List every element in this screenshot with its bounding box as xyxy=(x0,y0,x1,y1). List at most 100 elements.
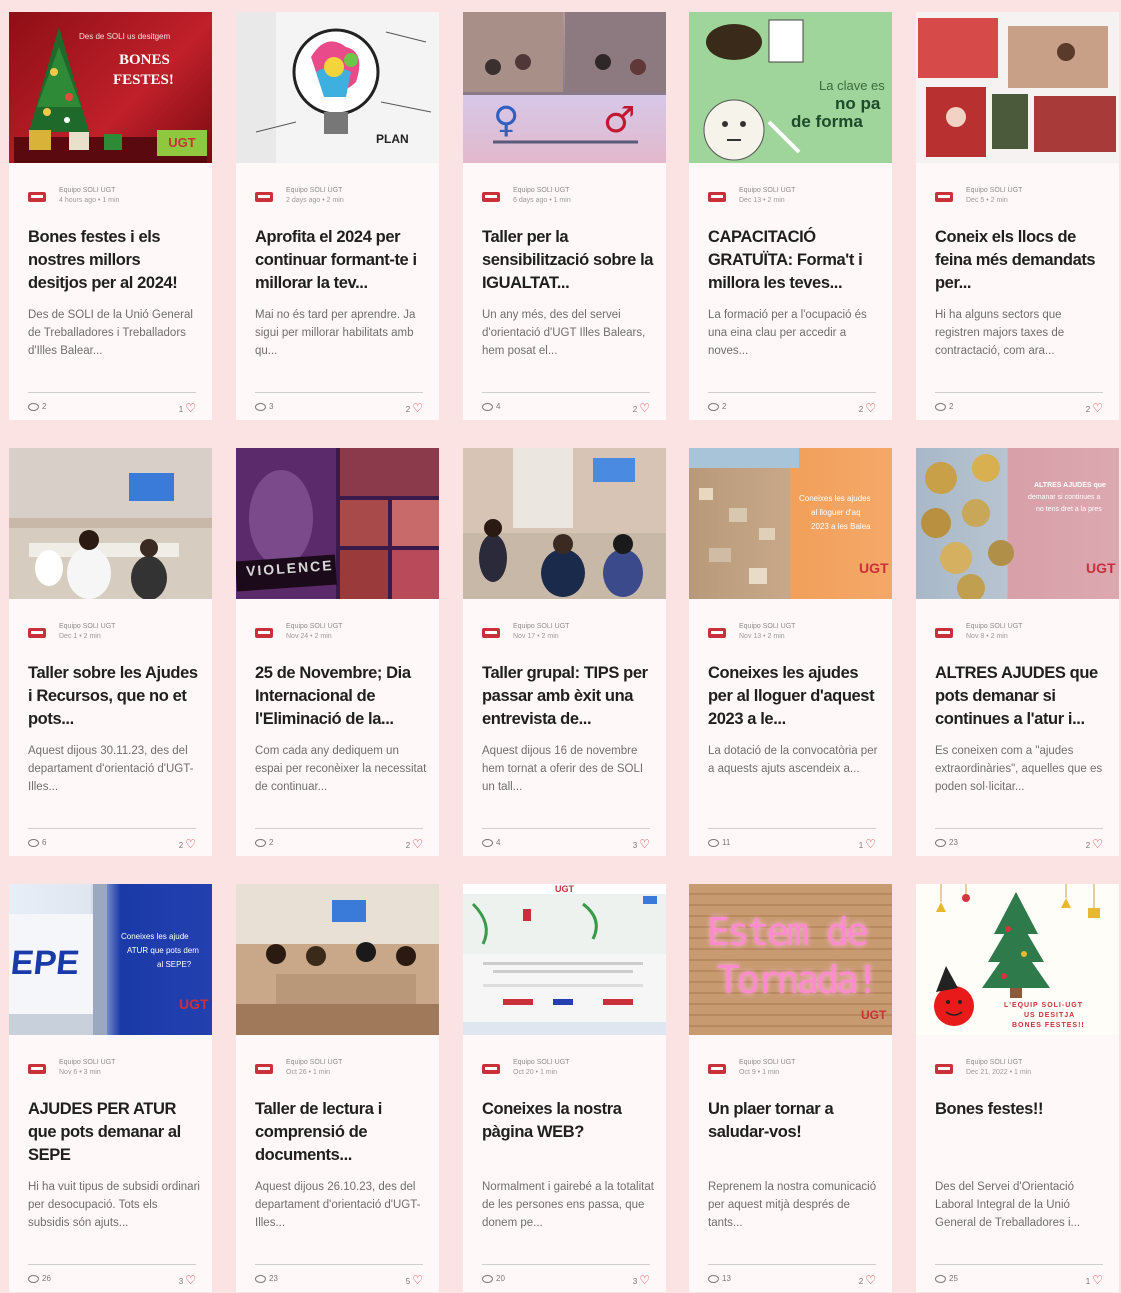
post-title[interactable]: Taller per la sensibilització sobre la I… xyxy=(482,226,654,295)
post-title[interactable]: Coneix els llocs de feina més demandats … xyxy=(935,226,1107,295)
post-title[interactable]: Bones festes i els nostres millors desit… xyxy=(28,226,200,295)
post-excerpt[interactable]: Des del Servei d'Orientació Laboral Inte… xyxy=(935,1178,1107,1232)
like-button[interactable]: 3 ♡ xyxy=(633,837,650,851)
like-button[interactable]: 2 ♡ xyxy=(406,837,423,851)
post-excerpt[interactable]: Normalment i gairebé a la totalitat de l… xyxy=(482,1178,654,1232)
post-excerpt[interactable]: Mai no és tard per aprendre. Ja sigui pe… xyxy=(255,306,427,360)
post-author[interactable]: Equipo SOLI UGT xyxy=(59,1059,115,1066)
post-excerpt[interactable]: Aquest dijous 16 de novembre hem tornat … xyxy=(482,742,654,796)
post-excerpt[interactable]: La formació per a l'ocupació és una eina… xyxy=(708,306,880,360)
post-title[interactable]: Bones festes!! xyxy=(935,1098,1107,1121)
post-author[interactable]: Equipo SOLI UGT xyxy=(739,187,795,194)
post-card[interactable]: Equipo SOLI UGT Dec 1 • 2 min Taller sob… xyxy=(9,448,212,856)
post-image-coins[interactable]: ALTRES AJUDES que demanar si continues a… xyxy=(916,448,1119,599)
post-title[interactable]: ALTRES AJUDES que pots demanar si contin… xyxy=(935,662,1107,731)
post-card[interactable]: Equipo SOLI UGT Nov 17 • 2 min Taller gr… xyxy=(463,448,666,856)
post-excerpt[interactable]: Reprenem la nostra comunicació per aques… xyxy=(708,1178,880,1232)
comment-count[interactable]: 3 xyxy=(255,402,273,411)
comment-count[interactable]: 6 xyxy=(28,838,46,847)
post-image-lightbulb[interactable]: PLAN xyxy=(236,12,439,163)
post-image-group-workshop[interactable] xyxy=(463,448,666,599)
post-image-training[interactable]: La clave es no pa de forma xyxy=(689,12,892,163)
comment-count[interactable]: 23 xyxy=(935,838,958,847)
post-card[interactable]: Equipo SOLI UGT Dec 5 • 2 min Coneix els… xyxy=(916,12,1119,420)
comment-count[interactable]: 20 xyxy=(482,1274,505,1283)
like-button[interactable]: 1 ♡ xyxy=(179,401,196,415)
post-excerpt[interactable]: Hi ha alguns sectors que registren major… xyxy=(935,306,1107,360)
post-title[interactable]: CAPACITACIÓ GRATUÏTA: Forma't i millora … xyxy=(708,226,880,295)
post-title[interactable]: Aprofita el 2024 per continuar formant-t… xyxy=(255,226,427,295)
post-image-website[interactable]: UGT xyxy=(463,884,666,1035)
post-card[interactable]: ♀ ♂ Equipo SOLI UGT 6 days ago • 1 min T… xyxy=(463,12,666,420)
like-button[interactable]: 2 ♡ xyxy=(859,1273,876,1287)
post-excerpt[interactable]: Aquest dijous 30.11.23, des del departam… xyxy=(28,742,200,796)
post-image-welcome-back[interactable]: Estem de Tornada! UGT xyxy=(689,884,892,1035)
comment-count[interactable]: 26 xyxy=(28,1274,51,1283)
post-image-classroom[interactable] xyxy=(9,448,212,599)
post-title[interactable]: Taller sobre les Ajudes i Recursos, que … xyxy=(28,662,200,731)
post-author[interactable]: Equipo SOLI UGT xyxy=(739,623,795,630)
post-excerpt[interactable]: Un any més, des del servei d'orientació … xyxy=(482,306,654,360)
comment-count[interactable]: 2 xyxy=(935,402,953,411)
post-card[interactable]: VIOLENCE Equipo SOLI UGT Nov 24 • 2 min … xyxy=(236,448,439,856)
post-card[interactable]: ALTRES AJUDES que demanar si continues a… xyxy=(916,448,1119,856)
post-excerpt[interactable]: Hi ha vuit tipus de subsidi ordinari per… xyxy=(28,1178,200,1232)
post-card[interactable]: UGT Equipo SOLI UGT Oct 20 • 1 min Conei… xyxy=(463,884,666,1292)
like-button[interactable]: 2 ♡ xyxy=(179,837,196,851)
like-button[interactable]: 3 ♡ xyxy=(633,1273,650,1287)
post-author[interactable]: Equipo SOLI UGT xyxy=(59,187,115,194)
post-excerpt[interactable]: Des de SOLI de la Unió General de Trebal… xyxy=(28,306,200,360)
like-button[interactable]: 2 ♡ xyxy=(1086,401,1103,415)
like-button[interactable]: 1 ♡ xyxy=(1086,1273,1103,1287)
post-title[interactable]: Taller grupal: TIPS per passar amb èxit … xyxy=(482,662,654,731)
post-author[interactable]: Equipo SOLI UGT xyxy=(513,623,569,630)
post-image-sepe[interactable]: EPE Coneixes les ajude ATUR que pots dem… xyxy=(9,884,212,1035)
post-image-collage[interactable] xyxy=(916,12,1119,163)
like-button[interactable]: 3 ♡ xyxy=(179,1273,196,1287)
comment-count[interactable]: 4 xyxy=(482,402,500,411)
post-author[interactable]: Equipo SOLI UGT xyxy=(513,187,569,194)
post-card[interactable]: Des de SOLI us desitgem BONES FESTES! UG… xyxy=(9,12,212,420)
post-author[interactable]: Equipo SOLI UGT xyxy=(286,623,342,630)
like-button[interactable]: 5 ♡ xyxy=(406,1273,423,1287)
like-button[interactable]: 2 ♡ xyxy=(1086,837,1103,851)
post-image-violence[interactable]: VIOLENCE xyxy=(236,448,439,599)
post-title[interactable]: Taller de lectura i comprensió de docume… xyxy=(255,1098,427,1167)
post-excerpt[interactable]: Com cada any dediquem un espai per recon… xyxy=(255,742,427,796)
comment-count[interactable]: 13 xyxy=(708,1274,731,1283)
post-title[interactable]: Coneixes la nostra pàgina WEB? xyxy=(482,1098,654,1144)
like-button[interactable]: 2 ♡ xyxy=(406,401,423,415)
post-author[interactable]: Equipo SOLI UGT xyxy=(286,1059,342,1066)
post-card[interactable]: PLAN Equipo SOLI UGT 2 days ago • 2 min … xyxy=(236,12,439,420)
like-button[interactable]: 1 ♡ xyxy=(859,837,876,851)
post-image-equality[interactable]: ♀ ♂ xyxy=(463,12,666,163)
post-card[interactable]: La clave es no pa de forma Equipo SOLI U… xyxy=(689,12,892,420)
post-title[interactable]: AJUDES PER ATUR que pots demanar al SEPE xyxy=(28,1098,200,1167)
post-author[interactable]: Equipo SOLI UGT xyxy=(286,187,342,194)
like-button[interactable]: 2 ♡ xyxy=(633,401,650,415)
post-title[interactable]: 25 de Novembre; Dia Internacional de l'E… xyxy=(255,662,427,731)
comment-count[interactable]: 25 xyxy=(935,1274,958,1283)
post-image-christmas-tree[interactable]: Des de SOLI us desitgem BONES FESTES! UG… xyxy=(9,12,212,163)
comment-count[interactable]: 4 xyxy=(482,838,500,847)
post-title[interactable]: Coneixes les ajudes per al lloguer d'aqu… xyxy=(708,662,880,731)
post-card[interactable]: L'EQUIP SOLI-UGT US DESITJA BONES FESTES… xyxy=(916,884,1119,1292)
comment-count[interactable]: 23 xyxy=(255,1274,278,1283)
post-card[interactable]: Equipo SOLI UGT Oct 26 • 1 min Taller de… xyxy=(236,884,439,1292)
post-card[interactable]: Coneixes les ajudes al lloguer d'aq 2023… xyxy=(689,448,892,856)
post-card[interactable]: Estem de Tornada! UGT Equipo SOLI UGT Oc… xyxy=(689,884,892,1292)
post-title[interactable]: Un plaer tornar a saludar-vos! xyxy=(708,1098,880,1144)
comment-count[interactable]: 2 xyxy=(708,402,726,411)
post-author[interactable]: Equipo SOLI UGT xyxy=(966,187,1022,194)
post-image-rent-aid[interactable]: Coneixes les ajudes al lloguer d'aq 2023… xyxy=(689,448,892,599)
post-author[interactable]: Equipo SOLI UGT xyxy=(59,623,115,630)
post-excerpt[interactable]: Es coneixen com a "ajudes extraordinàrie… xyxy=(935,742,1107,796)
like-button[interactable]: 2 ♡ xyxy=(859,401,876,415)
comment-count[interactable]: 2 xyxy=(255,838,273,847)
comment-count[interactable]: 2 xyxy=(28,402,46,411)
post-author[interactable]: Equipo SOLI UGT xyxy=(513,1059,569,1066)
post-image-christmas-card[interactable]: L'EQUIP SOLI-UGT US DESITJA BONES FESTES… xyxy=(916,884,1119,1035)
post-card[interactable]: EPE Coneixes les ajude ATUR que pots dem… xyxy=(9,884,212,1292)
post-excerpt[interactable]: La dotació de la convocatòria per a aque… xyxy=(708,742,880,778)
post-author[interactable]: Equipo SOLI UGT xyxy=(966,623,1022,630)
